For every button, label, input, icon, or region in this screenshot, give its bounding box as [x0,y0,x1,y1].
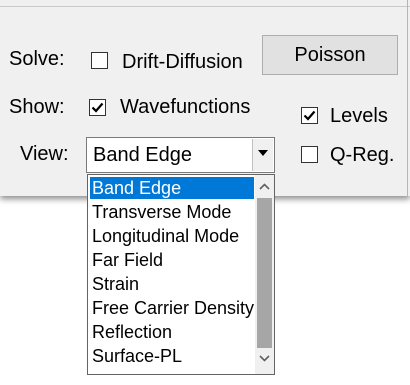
view-dropdown-list[interactable]: Band Edge Transverse Mode Longitudinal M… [87,174,275,375]
panel-top-divider [0,6,410,7]
qreg-checkbox[interactable] [301,146,318,163]
checkmark-icon [91,102,104,113]
wavefunctions-checkbox[interactable] [89,99,106,116]
dropdown-option-strain[interactable]: Strain [90,273,254,295]
levels-label[interactable]: Levels [330,104,388,128]
scrollbar-thumb[interactable] [257,198,272,348]
levels-checkbox[interactable] [301,107,318,124]
chevron-down-icon [258,150,268,156]
dropdown-option-reflection[interactable]: Reflection [90,321,254,343]
dropdown-option-longitudinal-mode[interactable]: Longitudinal Mode [90,225,254,247]
view-select-value: Band Edge [93,144,192,166]
view-select[interactable]: Band Edge [86,137,275,173]
panel-right-divider [407,0,408,196]
wavefunctions-label[interactable]: Wavefunctions [120,95,250,119]
checkmark-icon [303,110,316,121]
dropdown-option-far-field[interactable]: Far Field [90,249,254,271]
dropdown-option-free-carrier-density[interactable]: Free Carrier Density [90,297,254,319]
solve-label: Solve: [9,48,65,70]
show-label: Show: [9,96,65,118]
dropdown-scrollbar[interactable] [255,175,274,374]
dropdown-option-transverse-mode[interactable]: Transverse Mode [90,201,254,223]
view-label: View: [20,143,69,165]
dropdown-option-band-edge[interactable]: Band Edge [90,177,254,199]
view-select-arrow[interactable] [252,139,273,171]
scroll-up-arrow-icon[interactable] [259,183,270,190]
qreg-label[interactable]: Q-Reg. [330,143,394,167]
drift-diffusion-label[interactable]: Drift-Diffusion [122,50,243,74]
drift-diffusion-checkbox[interactable] [91,52,108,69]
poisson-button[interactable]: Poisson [262,35,398,75]
scroll-down-arrow-icon[interactable] [259,355,270,362]
options-panel: Solve: Drift-Diffusion Poisson Show: Wav… [0,0,410,196]
dropdown-option-surface-pl[interactable]: Surface-PL [90,345,254,367]
